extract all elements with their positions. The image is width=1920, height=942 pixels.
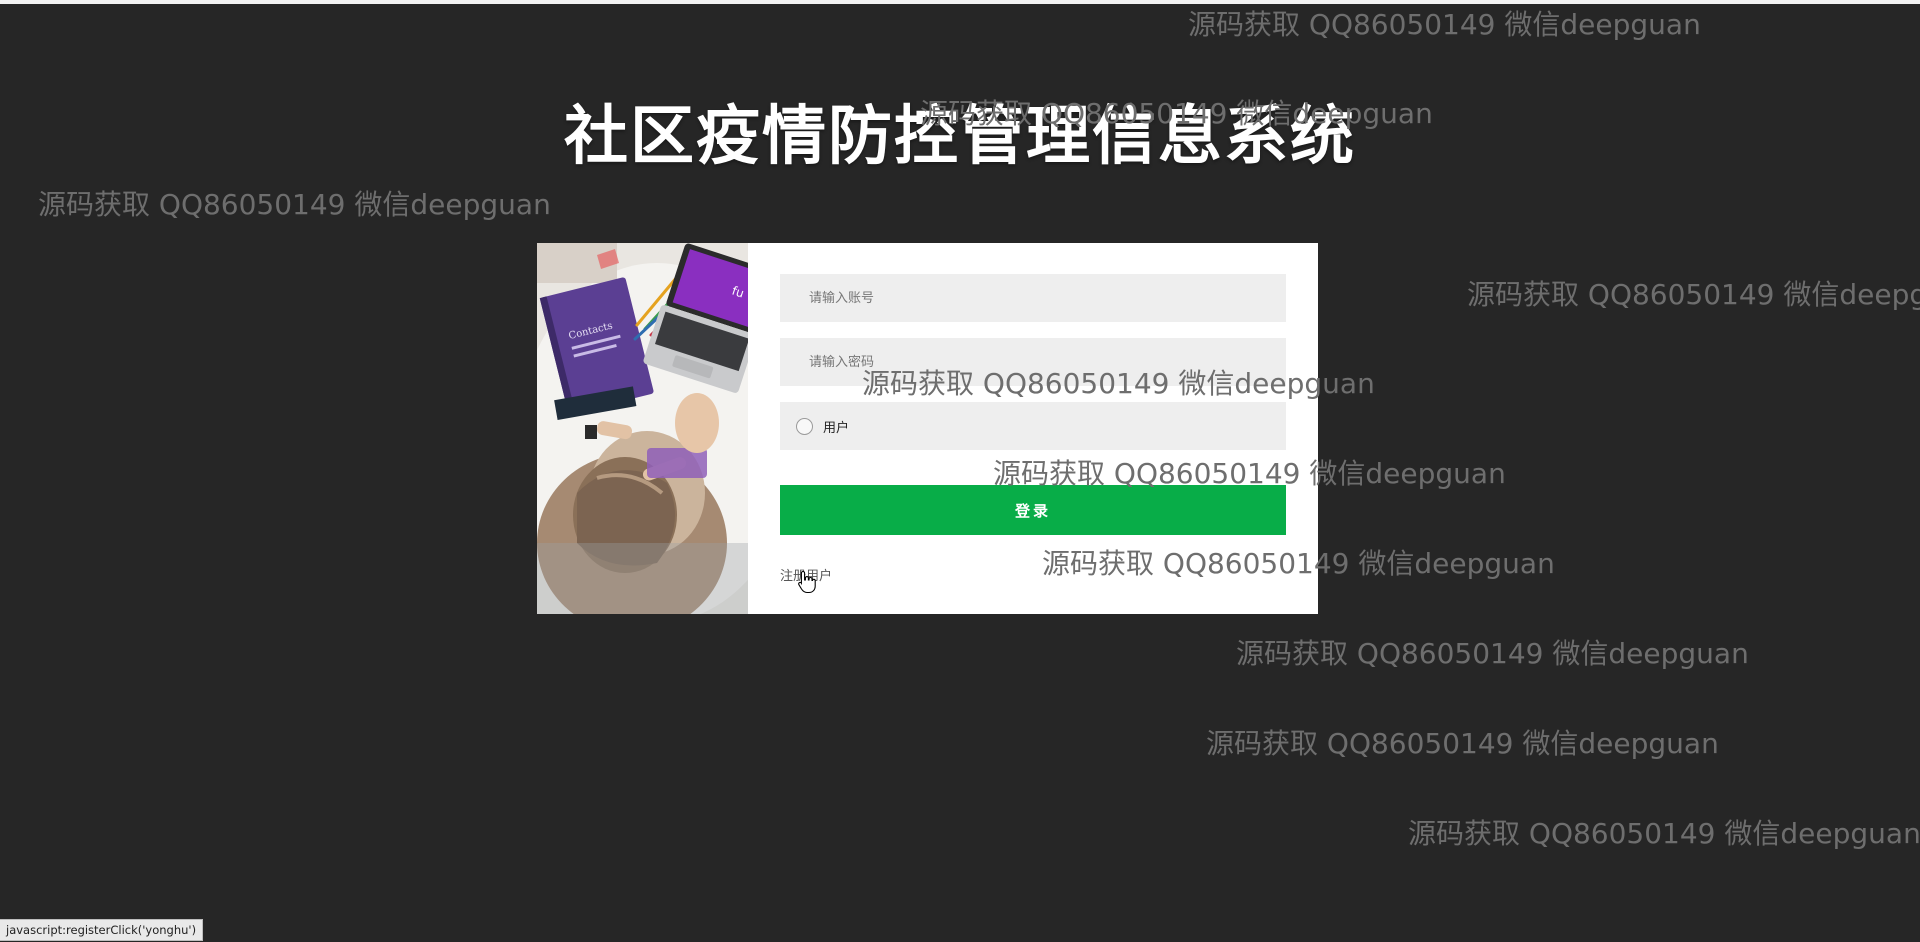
password-input[interactable] <box>807 353 1286 371</box>
radio-unchecked-icon[interactable] <box>796 417 813 435</box>
watermark-text: 源码获取 QQ86050149 微信deepguan <box>1206 727 1719 760</box>
page-title: 社区疫情防控管理信息系统 <box>564 99 1356 174</box>
watermark-text: 源码获取 QQ86050149 微信deepguan <box>1467 278 1920 311</box>
login-button[interactable]: 登录 <box>780 485 1286 535</box>
browser-top-edge <box>0 0 1920 4</box>
watermark-text: 源码获取 QQ86050149 微信deepguan <box>38 188 551 221</box>
login-form: 用户 登录 注册用户 <box>780 274 1286 584</box>
watermark-text: 源码获取 QQ86050149 微信deepguan <box>1408 817 1920 850</box>
password-field-container <box>780 338 1286 386</box>
username-field-container <box>780 274 1286 322</box>
browser-status-bar: javascript:registerClick('yonghu') <box>0 919 204 941</box>
hand-pointer-icon <box>798 570 816 594</box>
watermark-text: 源码获取 QQ86050149 微信deepguan <box>1188 8 1701 41</box>
username-input[interactable] <box>807 289 1286 307</box>
watermark-text: 源码获取 QQ86050149 微信deepguan <box>1236 637 1749 670</box>
role-option-label[interactable]: 用户 <box>823 417 849 436</box>
login-page: 社区疫情防控管理信息系统 Contacts fu 请输入账号 用户 登录 源码获… <box>0 0 1920 942</box>
login-card: Contacts fu 请输入账号 用户 登录 <box>537 243 1318 614</box>
login-photo: Contacts fu <box>537 243 748 614</box>
role-selector: 用户 <box>780 402 1286 450</box>
